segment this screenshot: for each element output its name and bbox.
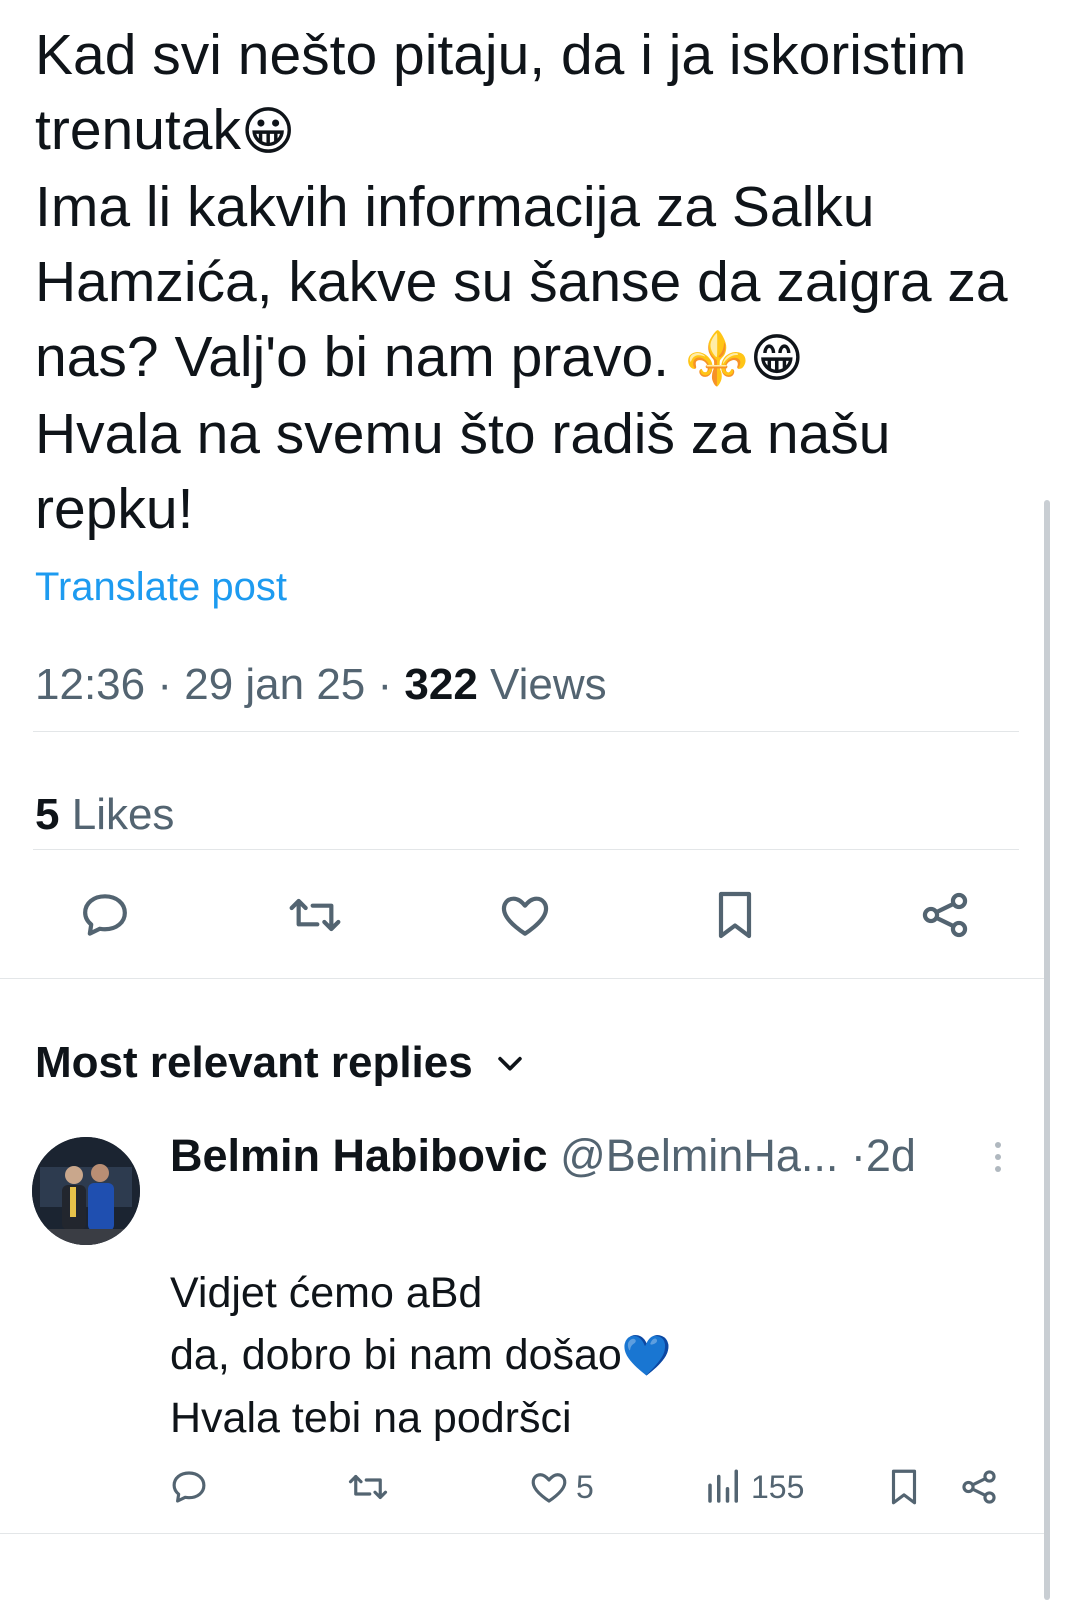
post-meta: 12:36 · 29 jan 25 · 322 Views [35,660,607,709]
post-date: 29 jan 25 [184,660,366,709]
post-time: 12:36 [35,660,146,709]
divider [33,731,1019,732]
replies-sort-label: Most relevant replies [35,1038,473,1087]
likes-label: Likes [71,790,175,839]
scrollbar[interactable] [1044,500,1050,1600]
reply-views-count: 155 [751,1468,805,1505]
like-icon [501,896,549,936]
reply-separator: · [850,1130,866,1181]
post-text: Kad svi nešto pitaju, da i ja iskoristim… [35,18,1045,547]
beaming-face-emoji: 😁 [749,329,804,389]
blue-heart-emoji: 💙 [621,1333,672,1379]
post-line: repku! [35,477,194,541]
likes-count: 5 [35,790,60,839]
more-options-icon[interactable] [983,1137,1013,1177]
grinning-emoji: 😀 [240,102,296,162]
reply-author-name[interactable]: Belmin Habibovic [170,1130,548,1181]
bookmark-icon [718,891,752,939]
post-line: Hamzića, kakve su šanse da zaigra za [35,250,1008,314]
reply-bookmark-button[interactable] [883,1465,925,1509]
reply-views-button[interactable]: 155 [703,1465,804,1509]
share-icon [962,1470,996,1504]
views-count: 322 [404,660,478,709]
analytics-icon [708,1469,738,1503]
translate-post-link[interactable]: Translate post [35,565,287,610]
share-button[interactable] [910,880,980,950]
divider [0,1533,1050,1534]
reply-line: Hvala tebi na podršci [170,1394,572,1442]
reply-text: Vidjet ćemo aBd da, dobro bi nam došao💙 … [170,1262,672,1449]
views-label: Views [490,660,607,709]
reply-share-button[interactable] [958,1465,1000,1509]
post-line: nas? Valj'o bi nam pravo. ⚜️😁 [35,325,804,389]
chevron-down-icon [497,1056,522,1071]
fleur-de-lis-emoji: ⚜️ [684,329,750,389]
reply-button[interactable] [70,880,140,950]
like-icon [531,1473,567,1503]
avatar-photo [32,1137,140,1245]
avatar[interactable] [32,1137,140,1245]
repost-icon [348,1474,388,1500]
reply-reply-button[interactable] [168,1465,210,1509]
reply-like-button[interactable]: 5 [528,1465,594,1509]
reply-line: da, dobro bi nam došao💙 [170,1331,672,1379]
divider [33,849,1019,850]
replies-sort-dropdown[interactable]: Most relevant replies [35,1038,527,1088]
reply-author-handle[interactable]: @BelminHa... [560,1130,838,1181]
post-line: Ima li kakvih informacija za Salku [35,175,875,239]
reply-icon [83,894,127,936]
bookmark-button[interactable] [700,880,770,950]
dot [995,1166,1001,1172]
post-line: Hvala na svemu što radiš za našu [35,402,891,466]
reply-like-count: 5 [576,1468,594,1505]
post-line: Kad svi nešto pitaju, da i ja iskoristim [35,23,967,87]
post-line: trenutak😀 [35,98,296,162]
repost-button[interactable] [280,880,350,950]
likes-summary[interactable]: 5 Likes [35,790,174,840]
repost-icon [289,898,341,932]
reply-icon [172,1471,206,1503]
dot [995,1154,1001,1160]
reply-time: 2d [865,1130,916,1181]
reply-header: Belmin Habibovic @BelminHa... ·2d [170,1130,916,1182]
reply-repost-button[interactable] [347,1465,389,1509]
share-icon [922,892,968,938]
bookmark-icon [891,1469,917,1505]
dot [995,1142,1001,1148]
like-button[interactable] [490,880,560,950]
divider [0,978,1050,979]
reply-line: Vidjet ćemo aBd [170,1269,483,1317]
